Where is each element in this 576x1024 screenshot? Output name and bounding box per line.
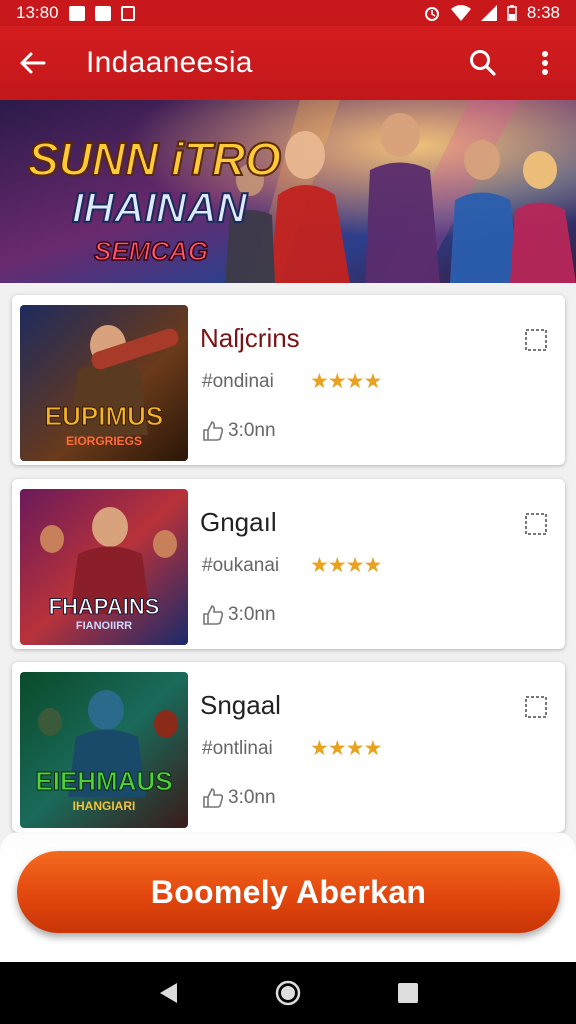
game-genre: #ontlinai xyxy=(202,738,273,759)
game-meta-text: 3:0nn xyxy=(228,420,276,441)
system-nav-bar xyxy=(0,962,576,1024)
search-icon xyxy=(470,50,496,76)
share-icon[interactable] xyxy=(523,511,549,537)
game-meta: 3:0nn xyxy=(202,604,276,626)
game-genre: #ondinai xyxy=(202,371,274,392)
alarm-icon xyxy=(424,7,439,21)
notification-icon xyxy=(94,5,111,21)
thumb-title: FHAPAINS xyxy=(49,594,160,619)
thumb-title: EIEHMAUS xyxy=(35,766,172,796)
app-bar: Indaaneesia xyxy=(0,26,576,100)
battery-icon xyxy=(507,5,517,21)
thumb-subtitle: FIANOIIRR xyxy=(76,620,132,632)
rating-stars: ★★★★ xyxy=(310,554,382,577)
like-icon xyxy=(203,605,224,625)
next-card-peek xyxy=(12,952,565,962)
game-title: Naſjcrins xyxy=(200,323,300,353)
status-time-right: 8:38 xyxy=(526,3,560,22)
banner-subtitle: SEMCAG xyxy=(94,236,208,266)
back-arrow-icon xyxy=(20,52,46,74)
like-icon xyxy=(203,788,224,808)
game-card[interactable]: EIEHMAUS IHANGIARI Sngaal #ontlinai ★★★★… xyxy=(12,662,565,832)
game-card[interactable]: EUPIMUS EIORGRIEGS Naſjcrins #ondinai ★★… xyxy=(12,295,565,465)
signal-icon xyxy=(480,5,497,21)
game-meta-text: 3:0nn xyxy=(228,604,276,625)
game-title: Sngaal xyxy=(200,690,281,720)
thumb-subtitle: EIORGRIEGS xyxy=(66,434,142,448)
like-icon xyxy=(203,421,224,441)
game-title: Gngaıl xyxy=(200,507,277,537)
notification-icon xyxy=(120,5,135,21)
game-meta: 3:0nn xyxy=(202,787,276,809)
thumb-subtitle: IHANGIARI xyxy=(73,799,136,813)
back-button[interactable] xyxy=(0,26,64,100)
game-thumbnail: FHAPAINS FIANOIIRR xyxy=(20,489,188,645)
status-time-left: 13:80 xyxy=(16,3,59,22)
more-vert-icon xyxy=(542,51,548,75)
rating-stars: ★★★★ xyxy=(310,737,382,760)
game-thumbnail: EIEHMAUS IHANGIARI xyxy=(20,672,188,828)
banner-artwork: SUNN iTRO IHAINAN SEMCAG xyxy=(0,100,576,283)
nav-recents-icon[interactable] xyxy=(397,982,419,1004)
wifi-icon xyxy=(450,5,471,21)
share-icon[interactable] xyxy=(523,327,549,353)
banner-title-line2: IHAINAN xyxy=(72,184,249,231)
rating-stars: ★★★★ xyxy=(310,370,382,393)
thumb-title: EUPIMUS xyxy=(45,401,163,431)
share-icon[interactable] xyxy=(523,694,549,720)
game-genre: #oukanai xyxy=(202,555,280,576)
banner-title-line1: SUNN iTRO xyxy=(28,133,281,185)
game-meta: 3:0nn xyxy=(202,420,276,442)
page-title: Indaaneesia xyxy=(86,46,253,79)
nav-back-icon[interactable] xyxy=(157,981,179,1005)
primary-action-button[interactable]: Boomely Aberkan xyxy=(17,851,560,933)
hero-banner[interactable]: SUNN iTRO IHAINAN SEMCAG xyxy=(0,100,576,283)
game-card[interactable]: FHAPAINS FIANOIIRR Gngaıl #oukanai ★★★★ … xyxy=(12,479,565,649)
nav-home-icon[interactable] xyxy=(274,979,302,1007)
notification-icon xyxy=(68,5,85,21)
status-bar: 13:80 8:38 xyxy=(0,0,576,26)
game-meta-text: 3:0nn xyxy=(228,787,276,808)
more-options-button[interactable] xyxy=(514,26,576,100)
search-button[interactable] xyxy=(452,26,514,100)
game-thumbnail: EUPIMUS EIORGRIEGS xyxy=(20,305,188,461)
